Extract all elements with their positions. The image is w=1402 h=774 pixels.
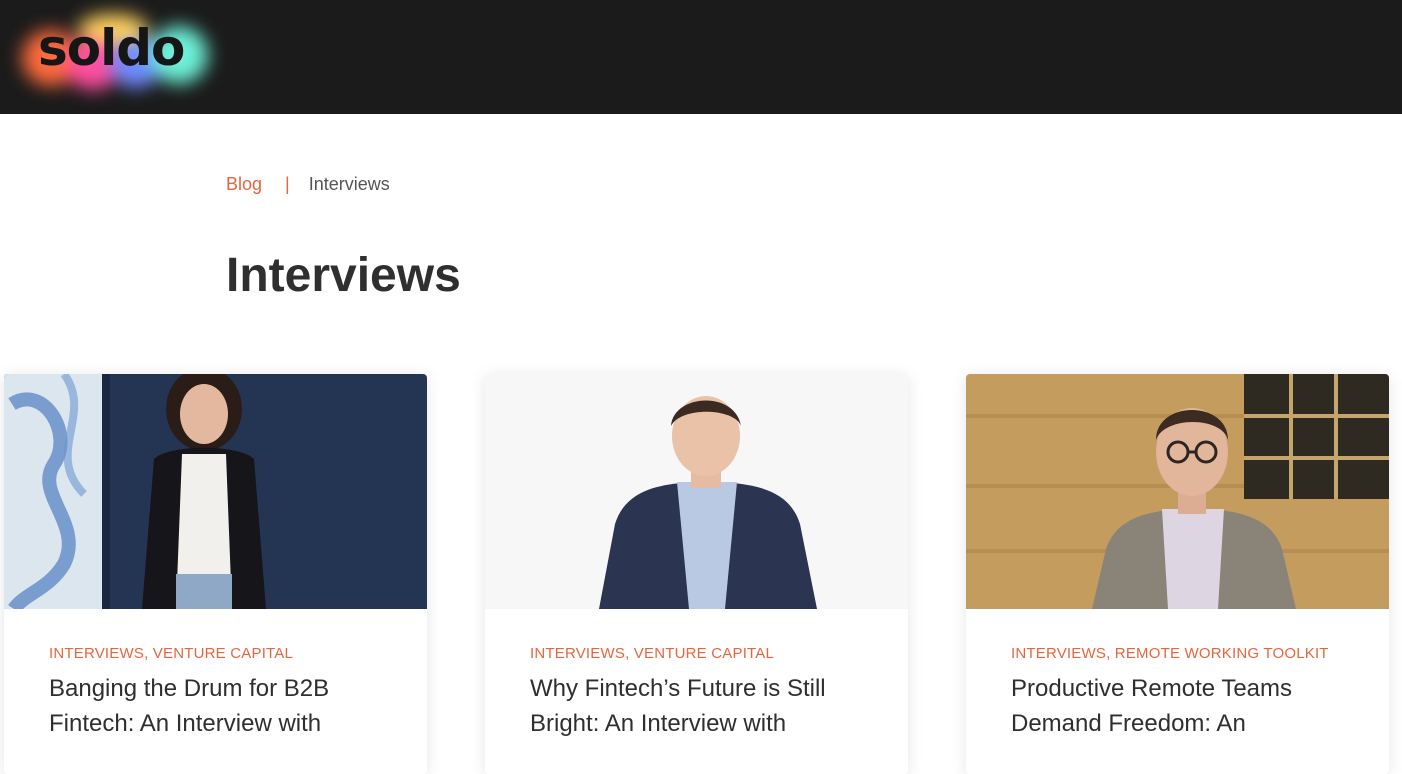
site-header: soldo	[0, 0, 1402, 114]
article-card[interactable]: Interviews, Venture Capital Why Fintech’…	[485, 374, 908, 774]
breadcrumb-blog-link[interactable]: Blog	[226, 174, 262, 194]
article-photo[interactable]	[485, 374, 908, 609]
soldo-logo[interactable]: soldo	[18, 8, 214, 96]
article-categories[interactable]: Interviews, Venture Capital	[530, 645, 774, 662]
breadcrumb-current: Interviews	[308, 174, 390, 194]
breadcrumb: Blog | Interviews	[226, 172, 390, 196]
article-headline[interactable]: Why Fintech’s Future is Still Bright: An…	[530, 671, 870, 741]
article-categories[interactable]: Interviews, Remote Working Toolkit	[1011, 645, 1329, 662]
article-headline[interactable]: Productive Remote Teams Demand Freedom: …	[1011, 671, 1351, 741]
logo-wordmark: soldo	[38, 19, 185, 77]
article-card[interactable]: Interviews, Remote Working Toolkit Produ…	[966, 374, 1389, 774]
breadcrumb-separator: |	[285, 174, 290, 194]
article-photo[interactable]	[4, 374, 427, 609]
article-photo[interactable]	[966, 374, 1389, 609]
page-title: Interviews	[226, 249, 461, 302]
article-card[interactable]: Interviews, Venture Capital Banging the …	[4, 374, 427, 774]
article-categories[interactable]: Interviews, Venture Capital	[49, 645, 293, 662]
article-headline[interactable]: Banging the Drum for B2B Fintech: An Int…	[49, 671, 389, 741]
